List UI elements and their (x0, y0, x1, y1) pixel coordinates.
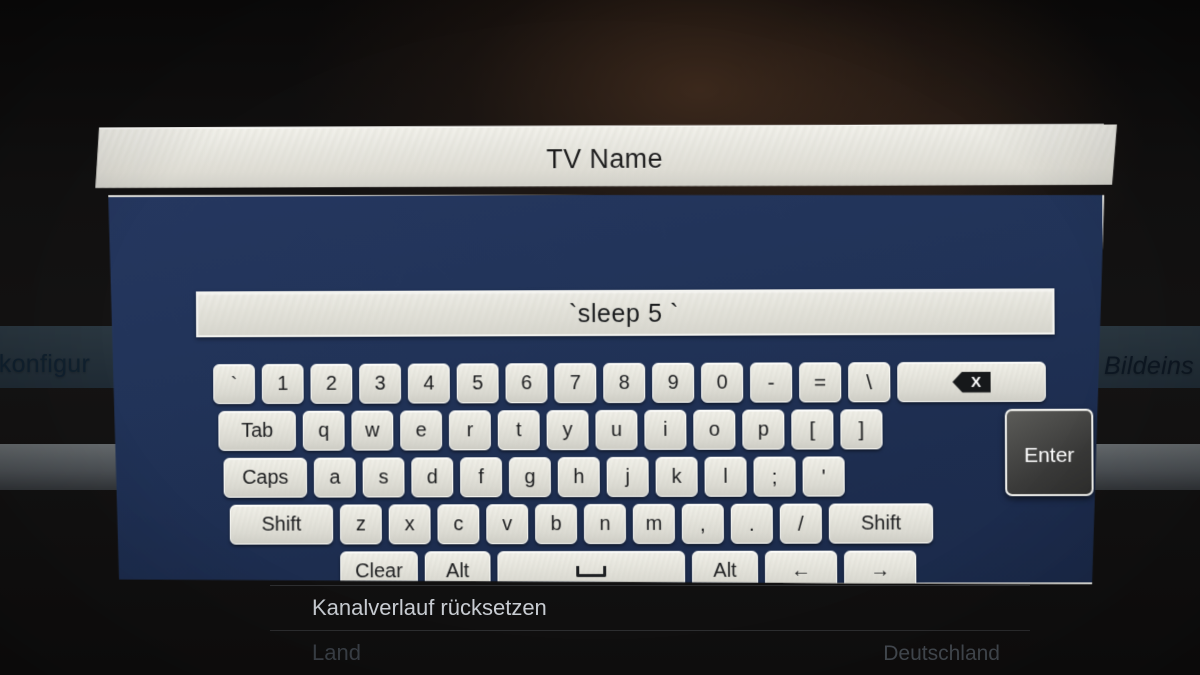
key-3[interactable]: 3 (359, 364, 401, 404)
key-o[interactable]: o (693, 410, 735, 450)
keyboard-row-top-letters: Tab q w e r t y u i o p [ ] Enter (123, 409, 1093, 451)
key-5[interactable]: 5 (457, 363, 499, 403)
key-1[interactable]: 1 (262, 364, 304, 404)
key-bracket-right[interactable]: ] (840, 409, 882, 449)
key-z[interactable]: z (340, 504, 382, 544)
key-7[interactable]: 7 (554, 363, 596, 403)
key-u[interactable]: u (595, 410, 637, 450)
keyboard-row-bottom-letters: Shift z x c v b n m , . / Shift (124, 503, 1094, 545)
key-v[interactable]: v (486, 504, 528, 544)
key-shift-right[interactable]: Shift (829, 503, 933, 543)
key-0[interactable]: 0 (701, 363, 743, 403)
key-shift-left[interactable]: Shift (230, 505, 333, 545)
dialog-body: `sleep 5 ` ` 1 2 3 4 5 6 7 8 9 0 - = \ X… (106, 191, 1106, 586)
key-x[interactable]: x (389, 504, 431, 544)
background-menu-row-value: Deutschland (883, 642, 1000, 665)
key-backslash[interactable]: \ (848, 362, 890, 402)
key-r[interactable]: r (449, 410, 491, 450)
key-6[interactable]: 6 (505, 363, 547, 403)
dialog-titlebar: TV Name (95, 122, 1117, 189)
key-tab[interactable]: Tab (218, 411, 296, 451)
key-l[interactable]: l (704, 457, 746, 497)
background-menu-row-channel-reset[interactable]: Kanalverlauf rücksetzen (270, 585, 1030, 631)
key-p[interactable]: p (742, 410, 784, 450)
key-d[interactable]: d (411, 457, 453, 497)
background-menu-row-label: Kanalverlauf rücksetzen (312, 595, 547, 620)
key-9[interactable]: 9 (652, 363, 694, 403)
key-minus[interactable]: - (750, 362, 792, 402)
tv-screen-photo: kkonfigur Bildeins Kanalverlauf rücksetz… (0, 0, 1200, 675)
key-a[interactable]: a (314, 458, 356, 498)
onscreen-keyboard: ` 1 2 3 4 5 6 7 8 9 0 - = \ X Tab q w e … (123, 362, 1094, 599)
backspace-icon-label: X (970, 373, 982, 391)
key-q[interactable]: q (303, 411, 345, 451)
key-s[interactable]: s (363, 457, 405, 497)
key-2[interactable]: 2 (310, 364, 352, 404)
key-backtick[interactable]: ` (213, 364, 255, 404)
keyboard-row-home-letters: Caps a s d f g h j k l ; ' (123, 456, 1093, 498)
tv-name-input[interactable]: `sleep 5 ` (196, 288, 1055, 337)
key-period[interactable]: . (731, 504, 773, 544)
background-menu-row-label: Land (312, 640, 361, 665)
tv-name-input-value: `sleep 5 ` (568, 299, 679, 328)
keyboard-row-numbers: ` 1 2 3 4 5 6 7 8 9 0 - = \ X (123, 362, 1093, 405)
key-i[interactable]: i (644, 410, 686, 450)
key-y[interactable]: y (547, 410, 589, 450)
background-label-left: kkonfigur (0, 350, 91, 378)
key-h[interactable]: h (558, 457, 600, 497)
key-k[interactable]: k (656, 457, 698, 497)
key-comma[interactable]: , (682, 504, 724, 544)
backspace-icon: X (952, 371, 990, 392)
key-t[interactable]: t (498, 410, 540, 450)
key-w[interactable]: w (351, 411, 393, 451)
key-e[interactable]: e (400, 410, 442, 450)
key-apostrophe[interactable]: ' (803, 456, 845, 496)
key-f[interactable]: f (460, 457, 502, 497)
key-c[interactable]: c (437, 504, 479, 544)
tv-name-dialog: TV Name `sleep 5 ` ` 1 2 3 4 5 6 7 8 9 0… (89, 122, 1121, 585)
key-b[interactable]: b (535, 504, 577, 544)
key-g[interactable]: g (509, 457, 551, 497)
key-j[interactable]: j (607, 457, 649, 497)
key-backspace[interactable]: X (897, 362, 1046, 403)
key-slash[interactable]: / (780, 504, 822, 544)
key-4[interactable]: 4 (408, 363, 450, 403)
space-icon (576, 565, 606, 576)
dialog-title: TV Name (546, 143, 664, 174)
key-bracket-left[interactable]: [ (791, 409, 833, 449)
key-semicolon[interactable]: ; (753, 457, 795, 497)
key-equals[interactable]: = (799, 362, 841, 402)
key-8[interactable]: 8 (603, 363, 645, 403)
key-n[interactable]: n (584, 504, 626, 544)
key-caps[interactable]: Caps (224, 458, 308, 498)
key-m[interactable]: m (633, 504, 675, 544)
background-menu-row-country[interactable]: Land Deutschland (270, 630, 1030, 675)
